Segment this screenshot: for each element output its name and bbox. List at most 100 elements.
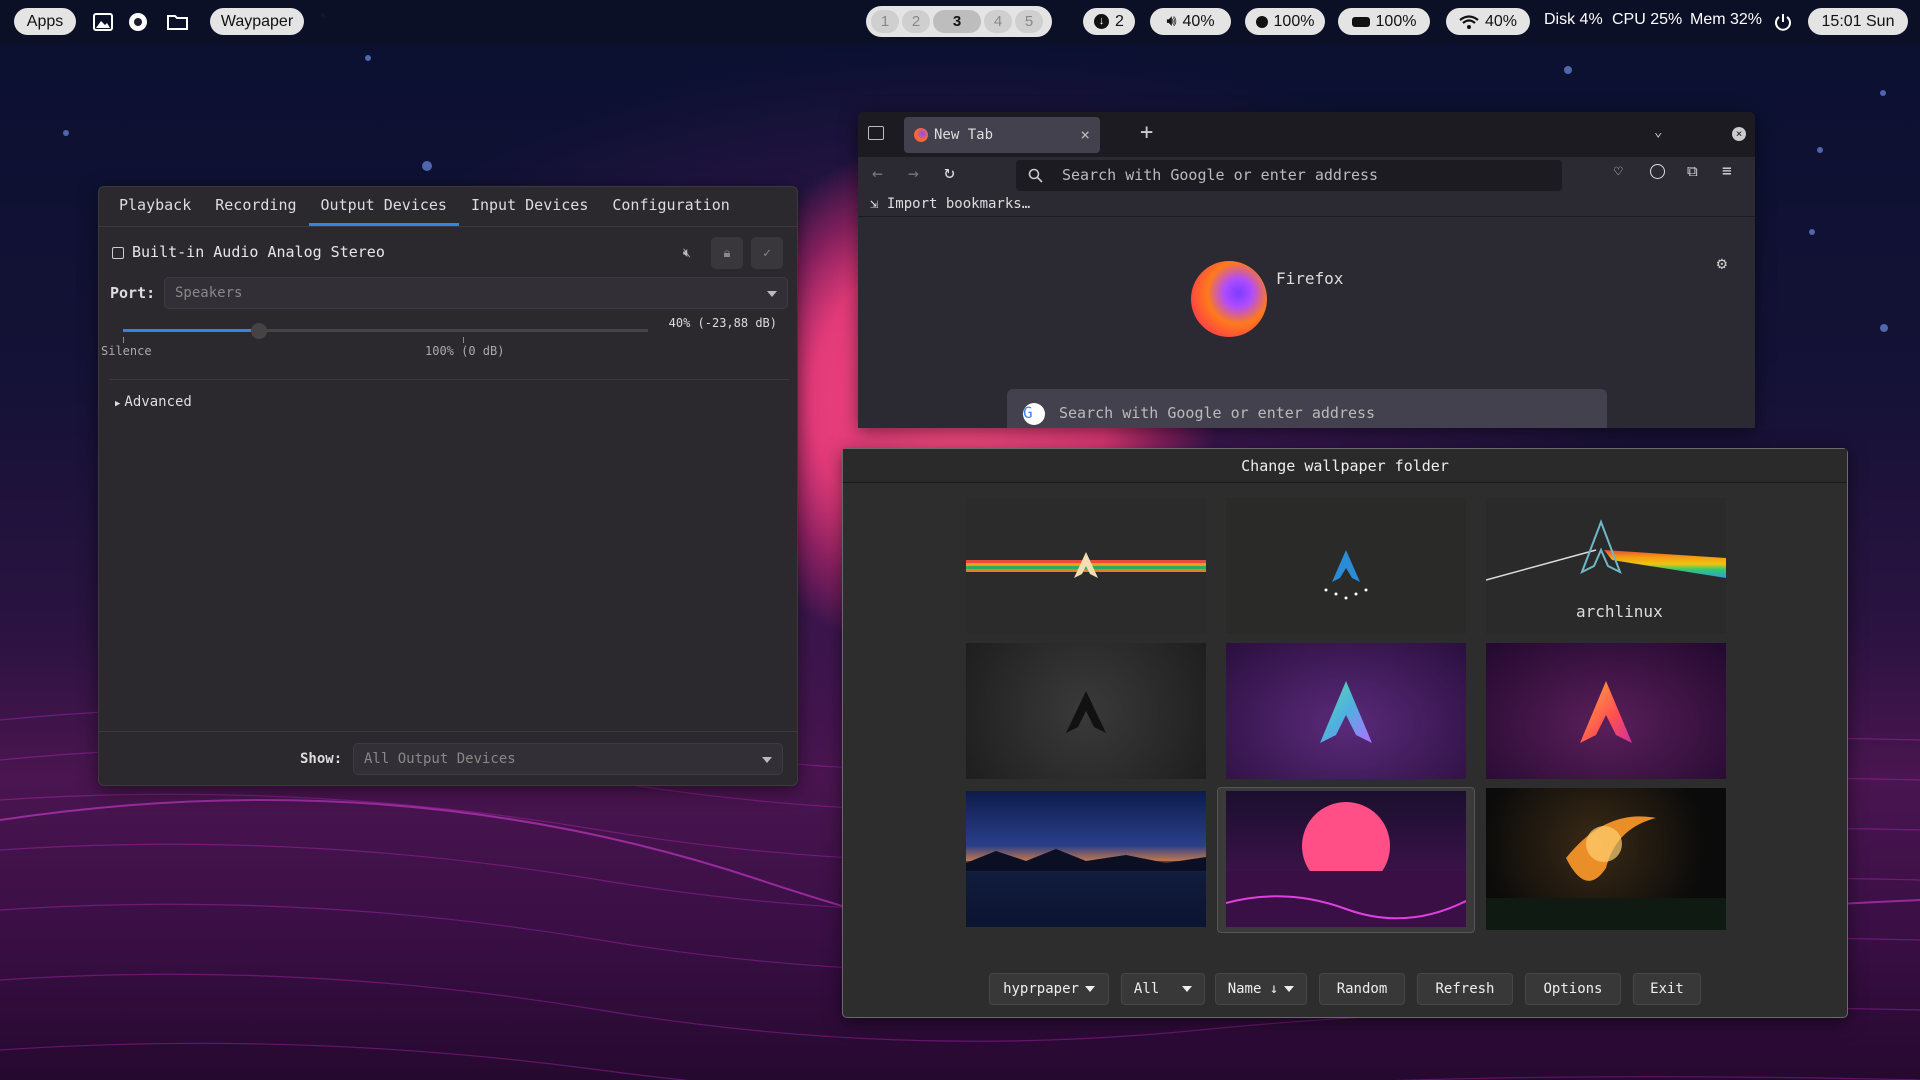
newtab-search-placeholder: Search with Google or enter address: [1059, 404, 1376, 422]
clock[interactable]: 15:01 Sun: [1808, 8, 1908, 35]
exit-button[interactable]: Exit: [1633, 973, 1701, 1005]
volume-slider-handle[interactable]: [251, 323, 267, 339]
new-tab-icon[interactable]: +: [1140, 120, 1153, 145]
check-icon: ✓: [763, 245, 771, 261]
tab-playback[interactable]: Playback: [107, 187, 203, 226]
wallpaper-preview: [1580, 681, 1632, 743]
firefox-wordmark: Firefox: [1276, 269, 1344, 288]
chevron-down-icon: [767, 291, 777, 297]
firefox-window: New Tab × + ⌄ × ← → ↻ Search with Google…: [858, 112, 1755, 428]
divider: [109, 379, 789, 380]
scale-min-label: Silence: [101, 344, 152, 358]
workspace-2[interactable]: 2: [902, 10, 930, 33]
close-tab-icon[interactable]: ×: [1080, 125, 1090, 144]
scale-min-tick: [123, 337, 124, 343]
wallpaper-thumbnail[interactable]: [1486, 643, 1726, 779]
newtab-search-box[interactable]: G Search with Google or enter address: [1007, 389, 1607, 428]
account-icon[interactable]: [1650, 164, 1665, 179]
wallpaper-thumbnail[interactable]: [966, 498, 1206, 634]
address-bar[interactable]: Search with Google or enter address: [1016, 160, 1562, 191]
wallpaper-thumbnail[interactable]: [1226, 643, 1466, 779]
disk-usage: Disk 4%: [1544, 11, 1603, 28]
filter-dropdown[interactable]: All: [1121, 973, 1205, 1005]
tab-input-devices[interactable]: Input Devices: [459, 187, 600, 226]
random-button[interactable]: Random: [1319, 973, 1405, 1005]
chevron-right-icon: ▶: [115, 399, 121, 409]
bookmarks-toolbar: ⇲ Import bookmarks…: [858, 193, 1755, 217]
wallpaper-thumbnail[interactable]: archlinux: [1486, 498, 1726, 634]
brightness-indicator[interactable]: 100%: [1245, 8, 1325, 35]
tab-output-devices[interactable]: Output Devices: [308, 187, 460, 226]
wifi-indicator[interactable]: 40%: [1446, 8, 1530, 35]
forward-icon[interactable]: →: [908, 163, 919, 184]
volume-indicator[interactable]: 🔊︎ 40%: [1150, 8, 1231, 35]
import-icon: ⇲: [870, 196, 887, 212]
close-window-icon[interactable]: ×: [1732, 127, 1746, 141]
tab-new-tab[interactable]: New Tab ×: [904, 117, 1100, 153]
workspace-1[interactable]: 1: [871, 10, 899, 33]
firefox-favicon-icon: [914, 128, 928, 142]
wallpaper-preview: [1486, 816, 1726, 930]
speaker-muted-icon: 🔇︎: [682, 245, 692, 261]
volume-control-tabs: Playback Recording Output Devices Input …: [99, 187, 797, 227]
cpu-usage: CPU 25%: [1612, 11, 1683, 28]
wallpaper-thumbnail[interactable]: [1226, 791, 1466, 927]
reload-icon[interactable]: ↻: [944, 162, 955, 183]
sort-dropdown[interactable]: Name ↓: [1215, 973, 1307, 1005]
firefox-logo-icon: [1191, 261, 1267, 337]
active-app-button[interactable]: Waypaper: [210, 8, 304, 35]
nav-toolbar: ← → ↻ Search with Google or enter addres…: [858, 157, 1755, 193]
wallpaper-preview: [1324, 550, 1368, 600]
show-devices-select[interactable]: All Output Devices: [353, 743, 783, 775]
port-select[interactable]: Speakers: [164, 277, 788, 309]
wallpaper-thumbnail[interactable]: [1486, 788, 1726, 930]
wallpaper-thumbnail[interactable]: [1226, 498, 1466, 634]
lock-channels-button[interactable]: 🔒︎: [711, 237, 743, 269]
search-icon: [1028, 168, 1043, 183]
wallpaper-thumbnail[interactable]: [966, 791, 1206, 927]
download-icon: ↓: [1094, 14, 1110, 29]
menu-icon[interactable]: ≡: [1722, 161, 1732, 180]
battery-icon: [1351, 16, 1370, 27]
waypaper-window: Change wallpaper folder archlinux hyprpa…: [842, 448, 1848, 1018]
mute-button[interactable]: 🔇︎: [671, 237, 703, 269]
import-bookmarks-link[interactable]: ⇲ Import bookmarks…: [870, 196, 1030, 212]
tab-overview-icon[interactable]: [868, 126, 884, 140]
apps-button[interactable]: Apps: [14, 8, 76, 35]
port-label: Port:: [110, 284, 156, 302]
folder-icon[interactable]: [165, 9, 191, 35]
tab-recording[interactable]: Recording: [203, 187, 308, 226]
speaker-icon: 🔊︎: [1166, 12, 1177, 30]
gear-icon[interactable]: ⚙: [1717, 254, 1727, 274]
pocket-icon[interactable]: ♡: [1614, 164, 1622, 180]
wallpaper-preview: [1320, 681, 1372, 743]
screenshot-icon[interactable]: [125, 9, 151, 35]
tab-configuration[interactable]: Configuration: [600, 187, 741, 226]
refresh-button[interactable]: Refresh: [1417, 973, 1513, 1005]
mem-usage: Mem 32%: [1690, 11, 1763, 28]
wallpaper-preview: [1066, 691, 1106, 733]
device-name: Built-in Audio Analog Stereo: [132, 243, 385, 261]
workspace-4[interactable]: 4: [984, 10, 1012, 33]
chevron-down-icon[interactable]: ⌄: [1654, 124, 1662, 140]
tab-title: New Tab: [934, 127, 994, 143]
wifi-icon: [1459, 14, 1479, 29]
battery-indicator[interactable]: 100%: [1338, 8, 1430, 35]
workspace-5[interactable]: 5: [1015, 10, 1043, 33]
backend-dropdown[interactable]: hyprpaper: [989, 973, 1109, 1005]
back-icon[interactable]: ←: [872, 163, 883, 184]
set-default-button[interactable]: ✓: [751, 237, 783, 269]
updates-indicator[interactable]: ↓ 2: [1083, 8, 1135, 35]
extensions-icon[interactable]: ⧉: [1687, 162, 1698, 180]
workspace-3[interactable]: 3: [933, 10, 981, 33]
scale-mid-label: 100% (0 dB): [425, 344, 505, 358]
options-button[interactable]: Options: [1525, 973, 1621, 1005]
address-placeholder: Search with Google or enter address: [1062, 166, 1379, 184]
wallpaper-preview: [1226, 802, 1466, 927]
advanced-expander[interactable]: ▶ Advanced: [115, 394, 192, 410]
wallpaper-preview: [966, 552, 1206, 578]
image-icon[interactable]: [90, 9, 116, 35]
wallpaper-thumbnail[interactable]: [966, 643, 1206, 779]
power-icon[interactable]: [1770, 9, 1796, 35]
top-bar: Apps Waypaper 1 2 3 4 5 ↓ 2 🔊︎ 40% 100% …: [0, 0, 1920, 44]
